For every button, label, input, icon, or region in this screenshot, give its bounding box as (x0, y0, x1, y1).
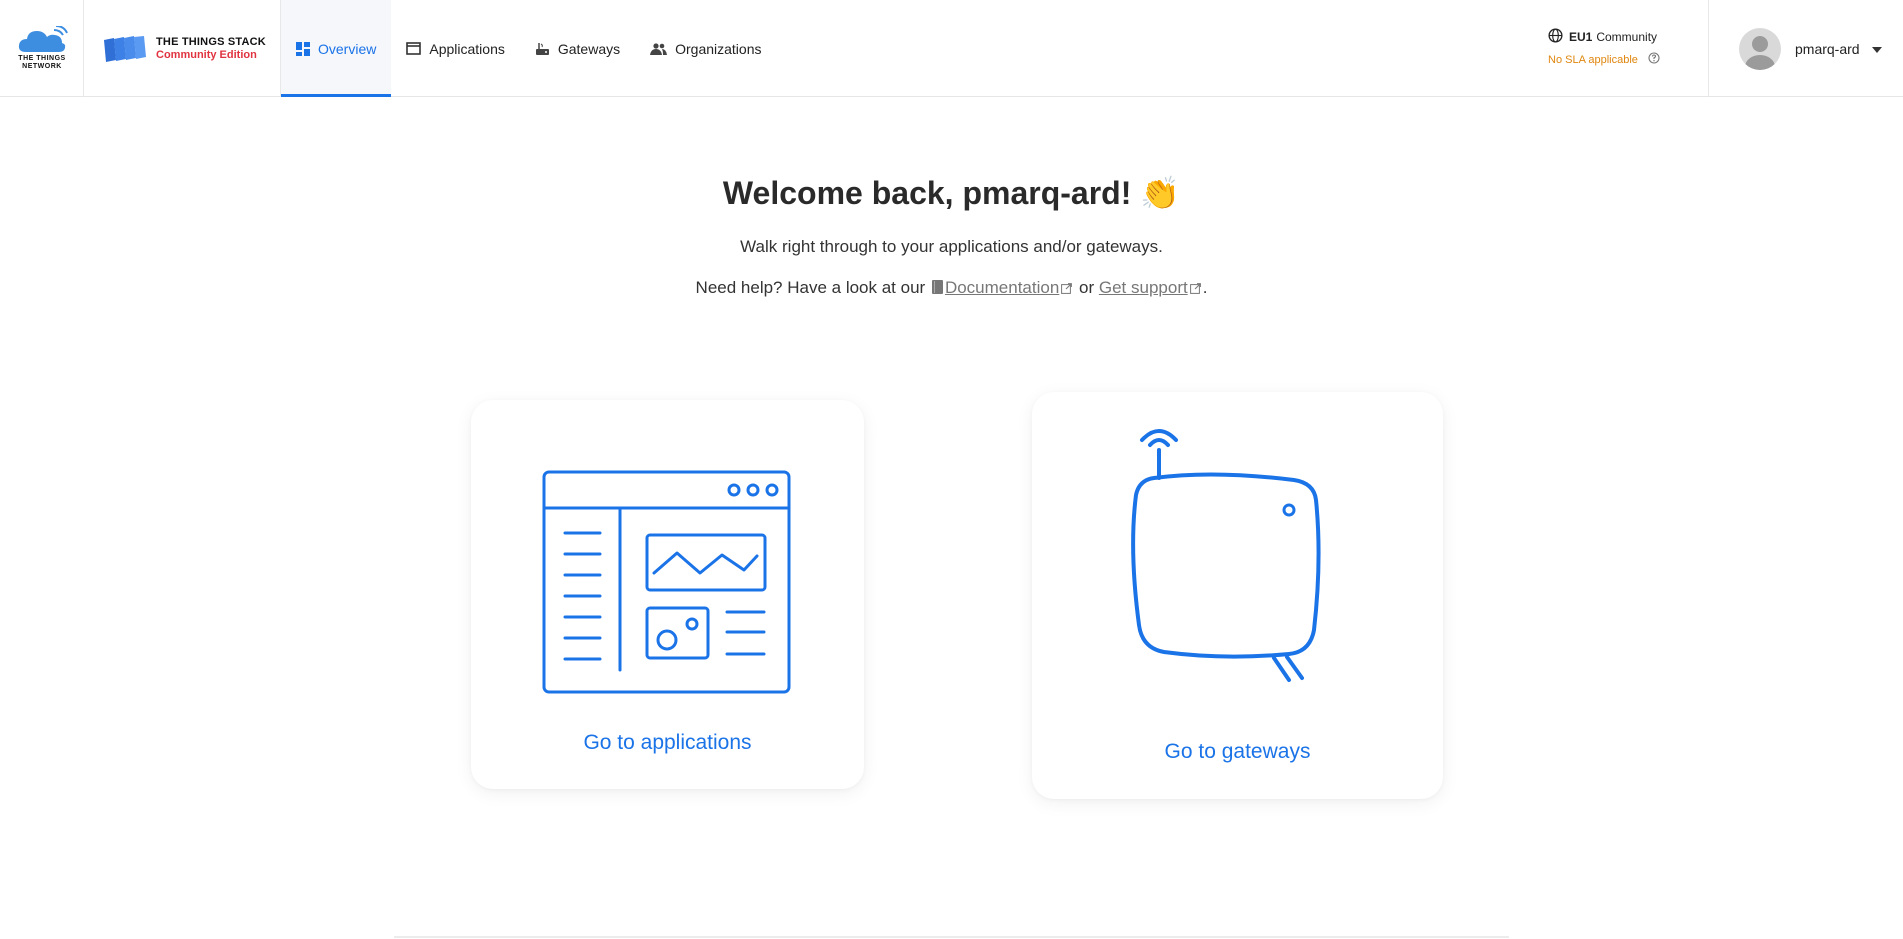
welcome-text: Welcome back, pmarq-ard! (722, 175, 1132, 211)
nav-gateways[interactable]: Gateways (520, 0, 635, 97)
go-to-gateways-card[interactable]: Go to gateways (1032, 392, 1443, 799)
go-to-applications-card[interactable]: Go to applications (471, 400, 864, 789)
gateway-illustration (1131, 429, 1321, 682)
help-line: Need help? Have a look at our Documentat… (0, 278, 1903, 299)
avatar-icon (1739, 27, 1781, 70)
go-to-applications-label: Go to applications (583, 731, 752, 754)
ttn-logo-line2: NETWORK (22, 63, 62, 70)
nav-applications[interactable]: Applications (391, 0, 520, 97)
external-link-icon (1189, 279, 1201, 299)
get-support-link[interactable]: Get support (1099, 278, 1188, 297)
ttn-cloud-icon (18, 26, 68, 52)
stack-edition: Community Edition (156, 49, 257, 61)
book-icon (931, 279, 943, 299)
stack-name: THE THINGS STACK (156, 36, 266, 48)
application-illustration (542, 470, 791, 694)
nav-applications-label: Applications (429, 40, 505, 57)
stack-logo-icon (104, 36, 146, 62)
cluster-region: EU1 (1569, 30, 1593, 44)
top-header: THE THINGS NETWORK THE THINGS STACK Comm… (0, 0, 1903, 97)
clapping-hands-emoji: 👏 (1140, 175, 1181, 211)
gateway-icon (535, 41, 550, 56)
welcome-subtitle: Walk right through to your applications … (740, 237, 1163, 256)
user-name: pmarq-ard (1795, 40, 1860, 57)
nav-overview[interactable]: Overview (281, 0, 392, 97)
footer-divider (394, 936, 1509, 938)
ttn-logo-line1: THE THINGS (18, 55, 66, 62)
sla-notice: No SLA applicable (1548, 53, 1638, 66)
documentation-link[interactable]: Documentation (945, 278, 1059, 297)
main-nav: Overview Applications Gateways Organizat… (281, 0, 777, 97)
nav-overview-label: Overview (318, 40, 377, 57)
external-link-icon (1061, 279, 1073, 299)
overview-icon (296, 41, 310, 56)
applications-icon (406, 42, 422, 55)
cluster-selector[interactable]: EU1 Community No SLA applicable (1548, 28, 1698, 73)
cluster-tier: Community (1596, 30, 1658, 44)
nav-gateways-label: Gateways (557, 40, 621, 57)
user-menu[interactable]: pmarq-ard (1708, 0, 1903, 97)
caret-down-icon (1871, 40, 1882, 58)
welcome-heading: Welcome back, pmarq-ard! 👏 (0, 174, 1903, 212)
help-period: . (1202, 278, 1208, 297)
organizations-icon (650, 42, 668, 55)
ttn-logo[interactable]: THE THINGS NETWORK (0, 0, 84, 97)
nav-organizations-label: Organizations (675, 40, 762, 57)
go-to-gateways-label: Go to gateways (1164, 740, 1311, 763)
help-circle-icon[interactable] (1648, 52, 1660, 67)
help-prefix: Need help? Have a look at our (695, 278, 926, 297)
stack-logo[interactable]: THE THINGS STACK Community Edition (84, 0, 281, 97)
nav-organizations[interactable]: Organizations (635, 0, 776, 97)
or-text: or (1079, 278, 1095, 297)
globe-icon (1548, 28, 1563, 46)
